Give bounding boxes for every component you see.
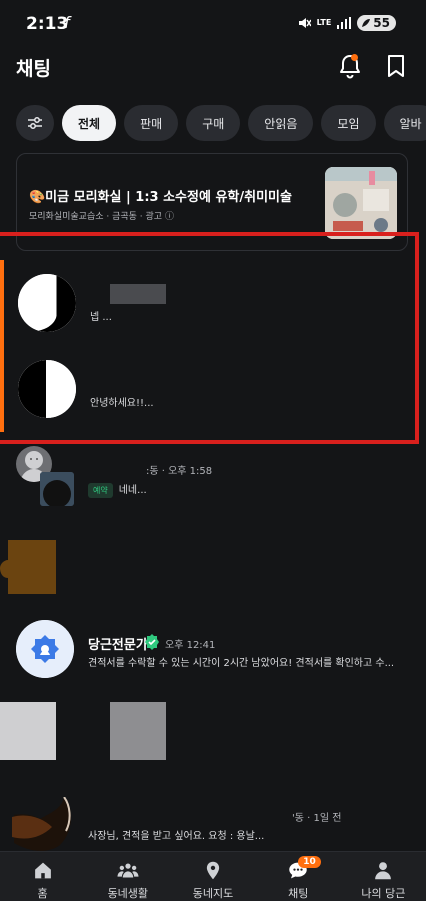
- ad-thumbnail: [325, 167, 397, 239]
- community-icon: [117, 863, 139, 878]
- chat-row[interactable]: 안녕하세요!!...: [0, 348, 426, 433]
- chat-meta: 오후 12:41: [165, 640, 216, 651]
- chat-message: 견적서를 수락할 수 있는 시간이 2시간 남았어요! 견적서를 확인하고 수.…: [88, 658, 395, 669]
- avatar: [12, 797, 72, 851]
- notification-dot: [351, 54, 358, 61]
- chat-row[interactable]: [0, 700, 426, 764]
- battery-saver-icon: [362, 19, 371, 27]
- person-icon: [375, 862, 392, 880]
- bell-icon[interactable]: [336, 52, 364, 80]
- chip-unread[interactable]: 안읽음: [248, 105, 314, 141]
- nav-label: 홈: [37, 887, 48, 900]
- filter-settings-chip[interactable]: [16, 105, 54, 141]
- chip-all[interactable]: 전체: [62, 105, 117, 141]
- lte-indicator: LTE: [316, 18, 332, 27]
- nav-label: 동네생활: [107, 887, 149, 900]
- avatar: [18, 274, 76, 332]
- reserved-badge: 예약: [88, 483, 113, 498]
- ad-thumbnail-art: [325, 167, 397, 239]
- item-thumbnail: [40, 472, 74, 506]
- nav-home[interactable]: 홈: [0, 852, 85, 901]
- status-indicators: LTE 55: [297, 15, 396, 31]
- ad-title: 🎨미금 모리화실 | 1:3 소수정예 유학/취미미술: [29, 190, 292, 205]
- chip-meetup[interactable]: 모임: [321, 105, 376, 141]
- chat-unread-badge: 10: [298, 856, 321, 868]
- avatar: [16, 620, 74, 678]
- avatar: [0, 702, 56, 760]
- chat-row[interactable]: [0, 532, 426, 602]
- status-bar: 2:13 f LTE 55: [0, 0, 426, 48]
- chat-name: 당근전문가: [88, 638, 148, 653]
- chip-selling[interactable]: 판매: [124, 105, 179, 141]
- battery-indicator: 55: [357, 15, 396, 31]
- nav-label: 동네지도: [192, 887, 234, 900]
- nav-label: 채팅: [288, 887, 309, 900]
- chat-filter-chips: 전체 판매 구매 안읽음 모임 알바: [16, 105, 426, 143]
- sliders-icon: [28, 117, 42, 129]
- chat-message: 안녕하세요!!...: [90, 398, 154, 409]
- home-icon: [34, 862, 51, 879]
- chip-buying[interactable]: 구매: [186, 105, 241, 141]
- nav-community[interactable]: 동네생활: [85, 852, 170, 901]
- ad-meta: 모리화실미술교습소 · 금곡동 · 광고 ⓘ: [29, 212, 174, 222]
- nav-chat[interactable]: 10 채팅: [256, 852, 341, 901]
- item-thumbnail: [110, 702, 166, 760]
- nav-label: 나의 당근: [361, 887, 406, 900]
- battery-level: 55: [373, 16, 390, 30]
- chat-message: 넵 ...: [90, 312, 112, 323]
- chat-row[interactable]: 당근전문가 오후 12:41 견적서를 수락할 수 있는 시간이 2시간 남았어…: [0, 620, 426, 690]
- page-title: 채팅: [16, 58, 51, 80]
- chat-row[interactable]: 넵 ...: [0, 262, 426, 347]
- nav-my-karrot[interactable]: 나의 당근: [341, 852, 426, 901]
- chat-meta: :동 · 오후 1:58: [146, 466, 213, 477]
- status-time: 2:13: [26, 14, 69, 34]
- mute-icon: [298, 18, 311, 28]
- status-f-glyph: f: [64, 13, 70, 32]
- chat-row[interactable]: :동 · 오후 1:58 예약 네네...: [0, 446, 426, 516]
- chip-parttime[interactable]: 알바: [383, 105, 426, 141]
- bookmark-icon[interactable]: [382, 52, 410, 80]
- nav-map[interactable]: 동네지도: [170, 852, 255, 901]
- avatar: [0, 540, 56, 594]
- chat-message-line: 예약 네네...: [88, 481, 147, 498]
- map-pin-icon: [206, 861, 220, 880]
- signal-icon: [337, 17, 352, 29]
- chat-header: 채팅: [0, 48, 426, 88]
- chat-message: 사장님, 견적을 받고 싶어요. 요청 : 용날...: [88, 831, 265, 842]
- redacted-name: [110, 284, 166, 304]
- chat-message: 네네...: [118, 485, 147, 496]
- chat-row[interactable]: '동 · 1일 전 사장님, 견적을 받고 싶어요. 요청 : 용날...: [0, 795, 426, 851]
- avatar: [18, 360, 76, 418]
- chat-meta: '동 · 1일 전: [292, 813, 342, 824]
- bottom-nav: 홈 동네생활 동네지도 10 채팅 나의 당근: [0, 851, 426, 901]
- verified-badge-icon: [145, 634, 159, 650]
